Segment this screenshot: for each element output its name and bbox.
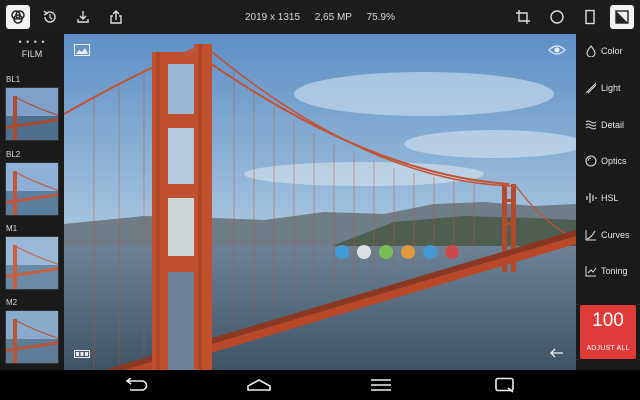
undo-history-icon[interactable] (38, 5, 62, 29)
home-icon[interactable] (244, 376, 274, 394)
color-drop-icon (586, 45, 596, 57)
system-nav-bar (0, 370, 640, 400)
preset-thumb-m2[interactable] (5, 310, 59, 364)
preset-thumb-bl2[interactable] (5, 162, 59, 216)
adjust-label: ADJUST ALL (586, 345, 630, 352)
recent-apps-icon[interactable] (490, 376, 520, 394)
save-download-icon[interactable] (71, 5, 95, 29)
tool-light[interactable]: Light (576, 77, 640, 99)
histogram-icon[interactable] (74, 44, 90, 56)
preset-label: BL1 (6, 75, 21, 84)
tool-color[interactable]: Color (576, 40, 640, 62)
preset-label: M2 (6, 298, 18, 307)
megapixels: 2,65 MP (314, 11, 352, 23)
photo-canvas[interactable] (64, 34, 576, 370)
image-dimensions: 2019 x 1315 (245, 11, 301, 23)
film-title: FILM (21, 49, 43, 59)
image-info: 2019 x 1315 2,65 MP 75.9% (245, 0, 395, 34)
film-header[interactable]: • • • • FILM (0, 34, 64, 68)
tool-label: Curves (601, 230, 630, 240)
compare-toggle-icon[interactable] (610, 5, 634, 29)
tool-label: Light (601, 83, 621, 93)
tool-curves[interactable]: Curves (576, 224, 640, 246)
preset-label: BL2 (6, 150, 21, 159)
menu-icon[interactable] (366, 376, 396, 394)
adjust-value: 100 (592, 310, 624, 331)
filmstrip-toggle-icon[interactable] (74, 350, 90, 358)
optics-lens-icon (585, 155, 597, 167)
tool-label: Toning (601, 266, 628, 276)
tool-toning[interactable]: Toning (576, 260, 640, 282)
adjust-all-button[interactable]: 100 ADJUST ALL (580, 305, 636, 359)
tool-hsl[interactable]: HSL (576, 187, 640, 209)
zoom-level: 75.9% (366, 11, 395, 23)
aspect-frame-icon[interactable] (578, 5, 602, 29)
hsl-bars-icon (586, 193, 597, 203)
tools-panel: Color Light Detail Optics HSL Curves Ton… (576, 34, 640, 370)
tool-label: Optics (601, 156, 627, 166)
film-dots: • • • • (18, 37, 46, 47)
preview-eye-icon[interactable] (548, 44, 566, 56)
filter-looks-icon[interactable] (6, 5, 30, 29)
light-bulb-icon (585, 82, 597, 94)
vignette-circle-icon[interactable] (545, 5, 569, 29)
reset-arrow-icon[interactable] (550, 348, 564, 358)
share-icon[interactable] (104, 5, 128, 29)
tool-label: HSL (601, 193, 619, 203)
crop-icon[interactable] (511, 5, 535, 29)
top-toolbar: 2019 x 1315 2,65 MP 75.9% (0, 0, 640, 34)
tool-detail[interactable]: Detail (576, 114, 640, 136)
tool-label: Color (601, 46, 623, 56)
preset-thumb-m1[interactable] (5, 236, 59, 290)
back-icon[interactable] (120, 376, 150, 394)
preset-label: M1 (6, 224, 18, 233)
tool-optics[interactable]: Optics (576, 150, 640, 172)
toning-icon (585, 266, 597, 277)
film-panel: • • • • FILM BL1 BL2 M1 M2 (0, 34, 64, 370)
curves-icon (585, 230, 596, 241)
preset-thumb-bl1[interactable] (5, 87, 59, 141)
detail-waves-icon (585, 120, 597, 130)
tool-label: Detail (601, 120, 625, 130)
